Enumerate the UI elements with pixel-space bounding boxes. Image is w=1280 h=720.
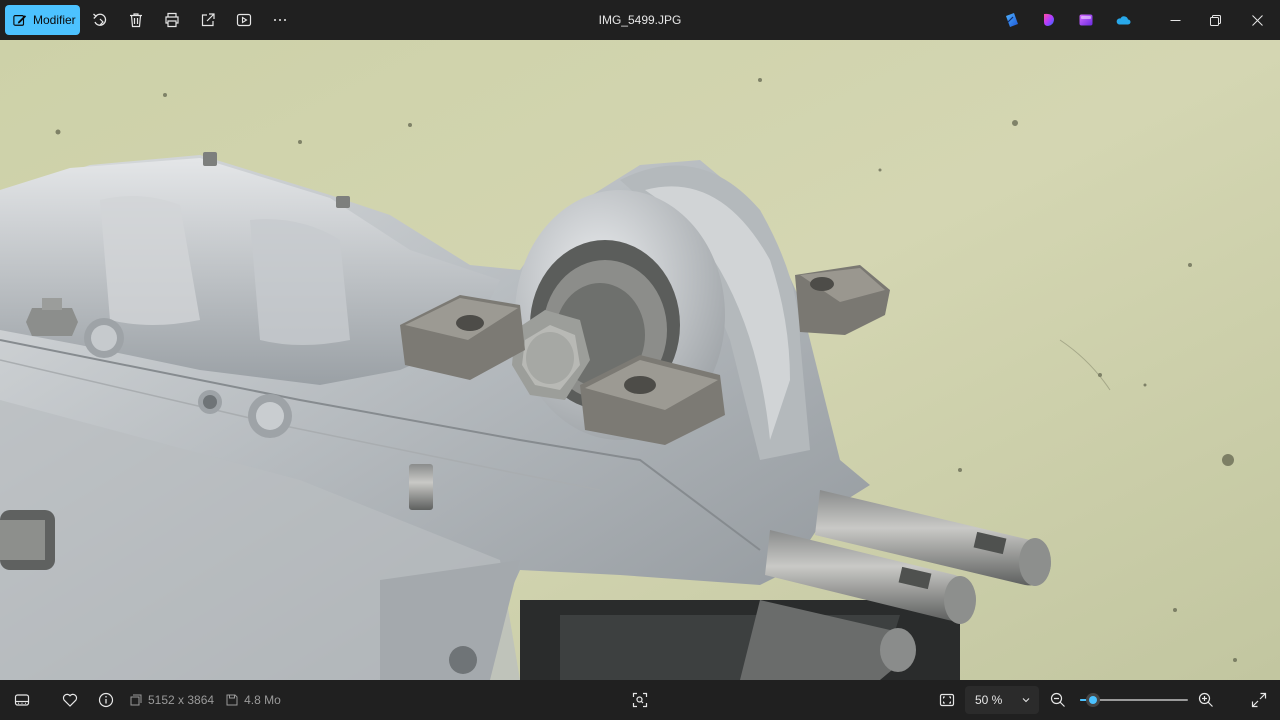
zoom-slider-thumb[interactable] [1085,693,1100,707]
filmstrip-button[interactable] [4,682,40,718]
edit-icon [13,15,27,26]
file-info-button[interactable] [88,682,124,718]
scan-icon [632,692,648,708]
minimize-button[interactable] [1155,0,1195,40]
restore-button[interactable] [1195,0,1235,40]
heart-icon [62,693,78,707]
share-icon [201,13,215,27]
title-bar: Modifier IMG_5499.JPG [0,0,1280,40]
expand-icon [1251,692,1267,708]
designer-icon [1043,13,1054,26]
zoom-out-icon [1050,692,1065,707]
image-dimensions: 5152 x 3864 [130,693,214,707]
more-options-button[interactable] [262,4,298,36]
photos-icon [1079,14,1092,26]
edit-button-label: Modifier [33,13,76,27]
close-button[interactable] [1235,0,1280,40]
full-screen-button[interactable] [1241,682,1277,718]
restore-icon [1209,14,1221,26]
minimize-icon [1170,19,1180,21]
file-size-text: 4.8 Mo [244,693,281,707]
zoom-out-button[interactable] [1040,682,1076,718]
designer-button[interactable] [1030,4,1067,36]
onedrive-icon [1116,16,1130,25]
image-size-icon [130,694,142,706]
dimensions-text: 5152 x 3864 [148,693,215,707]
close-icon [1252,14,1263,26]
save-disk-icon [226,694,238,706]
zoom-slider[interactable] [1080,693,1188,707]
file-size: 4.8 Mo [226,693,281,707]
share-button[interactable] [190,4,226,36]
chevron-down-icon [1022,698,1030,703]
photo-gearbox [0,40,1280,680]
slideshow-button[interactable] [226,4,262,36]
favorite-button[interactable] [52,682,88,718]
photos-app-button[interactable] [1067,4,1104,36]
zoom-level-dropdown[interactable]: 50 % [965,686,1039,714]
onedrive-button[interactable] [1104,4,1141,36]
print-button[interactable] [154,4,190,36]
print-icon [165,12,179,28]
image-viewport[interactable] [0,40,1280,680]
more-icon [274,19,286,21]
info-icon [98,692,114,708]
rotate-icon [93,13,107,26]
clipchamp-button[interactable] [993,4,1030,36]
rotate-button[interactable] [82,4,118,36]
visual-search-button[interactable] [622,682,658,718]
clipchamp-icon [1005,13,1018,27]
fit-window-icon [939,693,955,707]
fit-to-window-button[interactable] [929,682,965,718]
delete-button[interactable] [118,4,154,36]
filmstrip-icon [14,694,30,706]
zoom-level-value: 50 % [975,693,1003,707]
zoom-in-button[interactable] [1188,682,1224,718]
edit-button[interactable]: Modifier [5,5,80,35]
slideshow-icon [236,13,252,27]
zoom-in-icon [1198,692,1213,707]
status-bar: 5152 x 3864 4.8 Mo 50 % [0,680,1280,720]
delete-icon [130,13,142,28]
